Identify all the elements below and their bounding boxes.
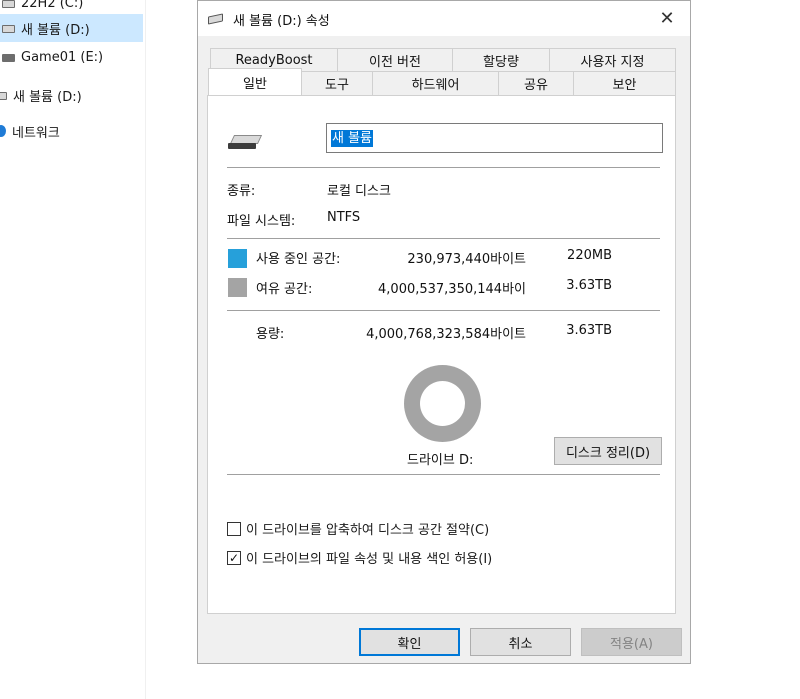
drive-icon [0, 92, 7, 100]
free-space-bytes: 4,000,537,350,144바이 [378, 282, 526, 297]
sidebar-item-network[interactable]: 네트워크 [0, 117, 60, 145]
title-bar: 새 볼륨 (D:) 속성 ✕ [198, 1, 690, 36]
free-space-size: 3.63TB [566, 278, 612, 293]
volume-name-input[interactable]: 새 볼륨 [326, 123, 663, 153]
navigation-pane: 22H2 (C:) 새 볼륨 (D:) Game01 (E:) 새 볼륨 (D:… [0, 0, 146, 699]
drive-letter-label: 드라이브 D: [407, 453, 474, 468]
button-label: 확인 [397, 636, 422, 652]
dialog-title: 새 볼륨 (D:) 속성 [233, 14, 330, 29]
file-system-label: 파일 시스템: [227, 214, 296, 229]
tab-label: 공유 [524, 78, 548, 93]
cancel-button[interactable]: 취소 [470, 628, 571, 656]
general-tab-panel: 새 볼륨 종류: 로컬 디스크 파일 시스템: NTFS 사용 중인 공간: 2… [207, 95, 676, 614]
compress-checkbox[interactable] [227, 521, 241, 536]
tab-sharing[interactable]: 공유 [498, 71, 574, 95]
tab-general[interactable]: 일반 [208, 68, 302, 95]
sidebar-item-label: 22H2 (C:) [21, 0, 84, 11]
compress-label: 이 드라이브를 압축하여 디스크 공간 절약(C) [246, 523, 490, 538]
tab-label: 할당량 [483, 55, 519, 70]
compress-drive-option[interactable]: 이 드라이브를 압축하여 디스크 공간 절약(C) [227, 519, 489, 538]
network-icon [0, 125, 6, 137]
tab-security[interactable]: 보안 [573, 71, 676, 95]
capacity-size: 3.63TB [566, 323, 612, 338]
type-label: 종류: [227, 184, 256, 199]
properties-dialog: 새 볼륨 (D:) 속성 ✕ ReadyBoost 이전 버전 할당량 사용자 … [197, 0, 691, 664]
tab-tools[interactable]: 도구 [301, 71, 373, 95]
free-space-swatch [228, 278, 247, 297]
tab-previous-versions[interactable]: 이전 버전 [337, 48, 453, 72]
separator [227, 310, 660, 311]
file-system-value: NTFS [327, 210, 361, 225]
index-label: 이 드라이브의 파일 속성 및 내용 색인 허용(I) [246, 552, 493, 567]
tab-label: 사용자 지정 [580, 55, 645, 70]
tab-label: 이전 버전 [369, 55, 421, 70]
tab-label: 도구 [325, 78, 349, 93]
used-space-label: 사용 중인 공간: [256, 252, 341, 267]
button-label: 적용(A) [610, 636, 653, 652]
tab-label: 보안 [612, 78, 637, 93]
tab-customize[interactable]: 사용자 지정 [549, 48, 676, 72]
usage-donut-chart [404, 365, 481, 442]
tab-label: 하드웨어 [411, 78, 460, 93]
used-space-swatch [228, 249, 247, 268]
free-space-label: 여유 공간: [256, 282, 313, 297]
drive-icon [2, 25, 15, 33]
sidebar-item-label: 네트워크 [12, 125, 60, 141]
used-space-bytes: 230,973,440바이트 [407, 252, 526, 267]
close-button[interactable]: ✕ [644, 1, 690, 35]
disk-cleanup-button[interactable]: 디스크 정리(D) [554, 437, 662, 465]
capacity-bytes: 4,000,768,323,584바이트 [366, 327, 526, 342]
capacity-label: 용량: [256, 327, 285, 342]
separator [227, 474, 660, 475]
drive-icon [2, 54, 15, 62]
volume-name-value: 새 볼륨 [331, 130, 374, 147]
apply-button: 적용(A) [581, 628, 682, 656]
tab-quota[interactable]: 할당량 [452, 48, 550, 72]
drive-icon [228, 135, 263, 149]
sidebar-item-label: 새 볼륨 (D:) [13, 89, 82, 105]
close-icon: ✕ [659, 7, 675, 29]
sidebar-item-d-drive-2[interactable]: 새 볼륨 (D:) [0, 81, 82, 109]
button-label: 디스크 정리(D) [565, 445, 651, 461]
sidebar-item-label: 새 볼륨 (D:) [21, 22, 90, 38]
tab-hardware[interactable]: 하드웨어 [372, 71, 499, 95]
drive-icon [2, 0, 15, 8]
used-space-size: 220MB [567, 248, 612, 263]
sidebar-item-label: Game01 (E:) [21, 49, 104, 65]
tab-label: 일반 [243, 76, 267, 92]
type-value: 로컬 디스크 [327, 184, 391, 199]
checkmark-icon: ✓ [228, 550, 240, 565]
ok-button[interactable]: 확인 [359, 628, 460, 656]
index-drive-option[interactable]: ✓ 이 드라이브의 파일 속성 및 내용 색인 허용(I) [227, 548, 492, 567]
button-label: 취소 [508, 636, 533, 652]
separator [227, 238, 660, 239]
sidebar-item-d-drive[interactable]: 새 볼륨 (D:) [0, 14, 143, 42]
index-checkbox[interactable]: ✓ [227, 550, 241, 565]
drive-icon [208, 13, 223, 25]
tab-label: ReadyBoost [235, 53, 313, 68]
sidebar-item-e-drive[interactable]: Game01 (E:) [2, 43, 103, 71]
separator [227, 167, 660, 168]
